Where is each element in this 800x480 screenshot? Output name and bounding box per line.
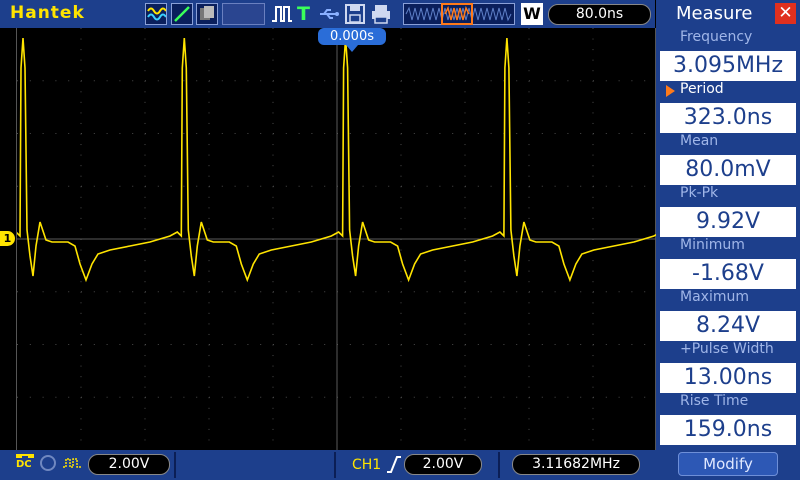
measure-panel: Measure ✕ Frequency 3.095MHz Period 323.0ns… (656, 0, 800, 480)
measure-label: Frequency (680, 29, 753, 45)
graticule-and-trace (17, 28, 657, 450)
measure-value[interactable]: 8.24V (660, 311, 796, 341)
pulse-trigger-icon[interactable] (271, 3, 293, 25)
measure-panel-header: Measure ✕ (656, 0, 800, 28)
status-indicator (222, 3, 265, 25)
memory-window-cursor[interactable] (441, 3, 473, 25)
invert-icon[interactable] (62, 455, 82, 475)
measure-label: Period (680, 81, 724, 97)
modify-button[interactable]: Modify (678, 452, 778, 476)
timebase-readout[interactable]: 80.0ns (548, 4, 651, 25)
persistence-icon[interactable] (196, 3, 218, 25)
measure-panel-title: Measure (676, 3, 753, 24)
divider (334, 452, 336, 478)
measure-label: Minimum (680, 237, 745, 253)
top-status-bar: Hantek T W 80.0ns (0, 0, 655, 28)
trigger-mode-indicator: T (297, 3, 310, 25)
measure-value[interactable]: -1.68V (660, 259, 796, 289)
trigger-position-marker[interactable]: 0.000s (318, 28, 386, 52)
waveform-display-icon[interactable] (145, 3, 167, 25)
measure-value[interactable]: 323.0ns (660, 103, 796, 133)
measure-value[interactable]: 13.00ns (660, 363, 796, 393)
rising-edge-icon[interactable] (386, 454, 402, 478)
coupling-label: DC (16, 459, 32, 470)
measure-label: Mean (680, 133, 719, 149)
channel1-offset-marker[interactable]: 1 (0, 231, 15, 246)
ch1-scale-readout[interactable]: 2.00V (88, 454, 170, 475)
frequency-counter-readout: 3.11682MHz (512, 454, 640, 475)
trigger-level-readout[interactable]: 2.00V (404, 454, 482, 475)
memory-depth-badge: W (521, 3, 543, 25)
vector-mode-icon[interactable] (171, 3, 193, 25)
measure-value[interactable]: 9.92V (660, 207, 796, 237)
measure-label: +Pulse Width (680, 341, 774, 357)
print-icon[interactable] (370, 3, 392, 25)
memory-overview-bar[interactable] (403, 3, 515, 25)
bandwidth-limit-icon[interactable] (40, 455, 56, 471)
brand-logo: Hantek (10, 3, 85, 23)
coupling-dc-icon: DC (16, 454, 34, 470)
measure-value[interactable]: 159.0ns (660, 415, 796, 445)
measure-value[interactable]: 3.095MHz (660, 51, 796, 81)
measure-value[interactable]: 80.0mV (660, 155, 796, 185)
waveform-display[interactable]: 0.000s (16, 28, 672, 450)
usb-icon[interactable] (318, 3, 340, 25)
divider (174, 452, 176, 478)
save-icon[interactable] (344, 3, 366, 25)
divider (498, 452, 500, 478)
trigger-source-label: CH1 (352, 457, 382, 473)
selected-arrow-icon (666, 85, 675, 97)
measure-label: Pk-Pk (680, 185, 719, 201)
measure-label: Maximum (680, 289, 749, 305)
measure-label: Rise Time (680, 393, 749, 409)
close-button[interactable]: ✕ (775, 3, 796, 24)
